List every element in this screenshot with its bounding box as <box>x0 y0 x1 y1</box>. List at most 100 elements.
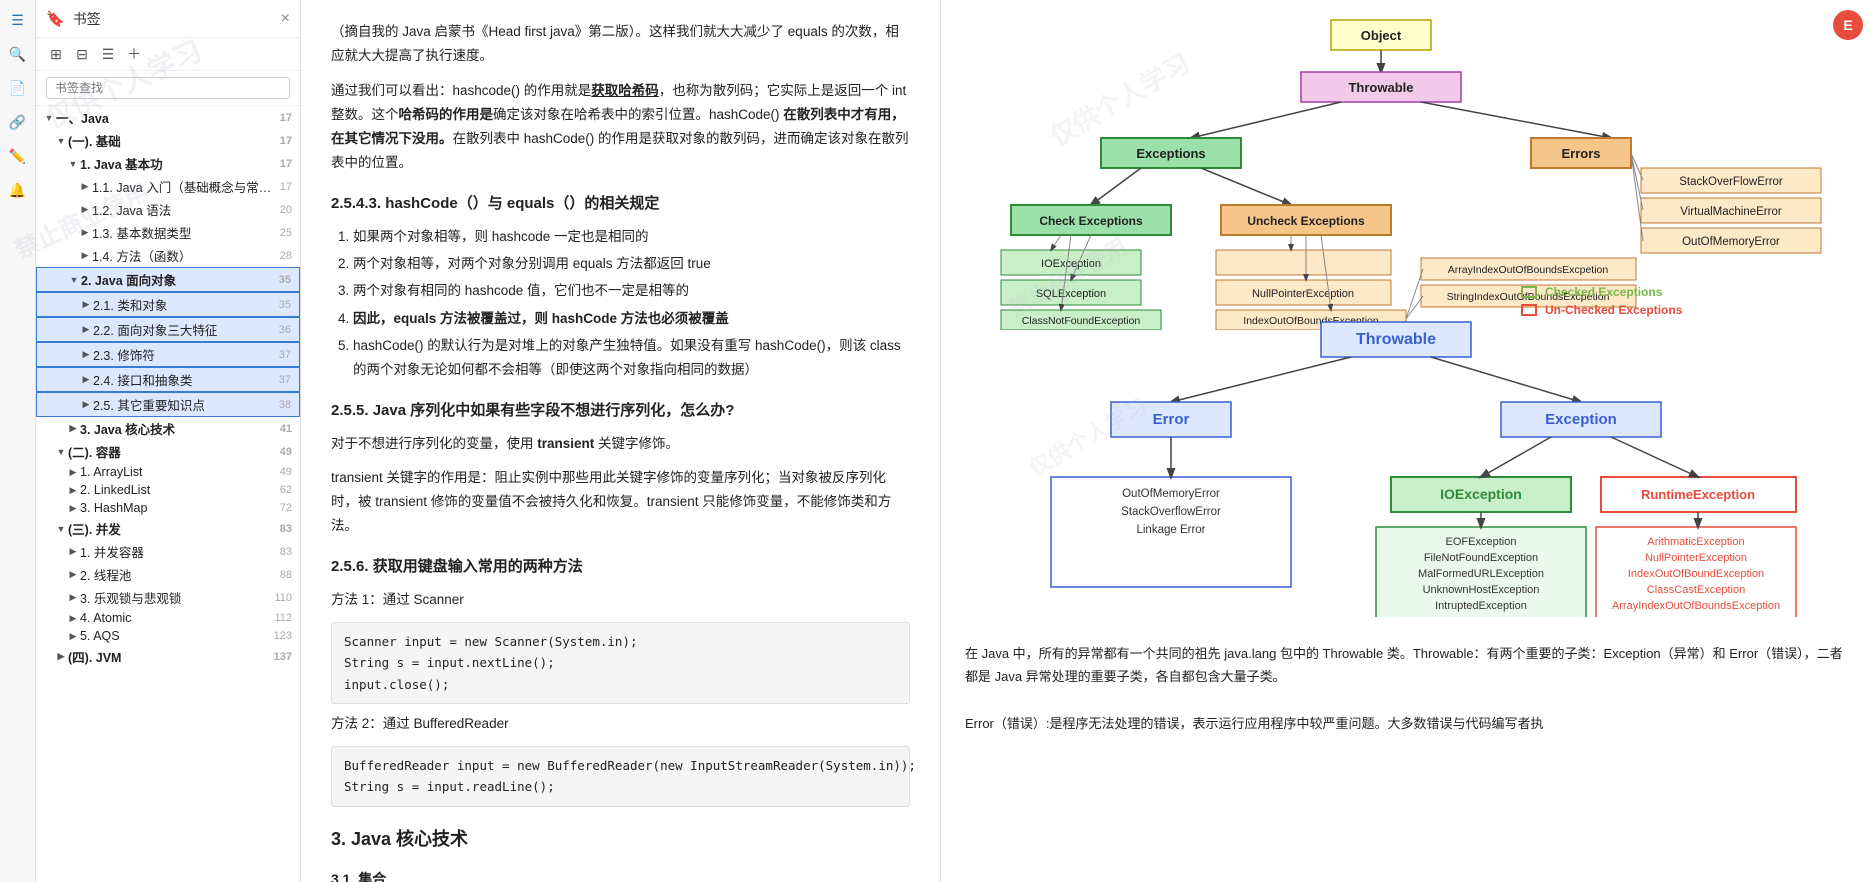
svg-text:Linkage Error: Linkage Error <box>1136 524 1205 536</box>
arrow-icon: ▶ <box>66 613 80 624</box>
bottom-text-area: 在 Java 中，所有的异常都有一个共同的祖先 java.lang 包中的 Th… <box>941 632 1875 752</box>
sidebar-item-arraylist[interactable]: ▶ 1. ArrayList 49 <box>36 463 300 481</box>
sidebar-item-three-concurrent[interactable]: ▼ (三). 并发 83 <box>36 517 300 540</box>
user-avatar[interactable]: E <box>1833 10 1863 40</box>
search-strip-icon[interactable]: 🔍 <box>6 42 30 66</box>
pen-icon[interactable]: ✏️ <box>6 144 30 168</box>
bell-icon[interactable]: 🔔 <box>6 178 30 202</box>
sidebar-item-oop-class[interactable]: ▶ 2.1. 类和对象 35 <box>36 292 300 317</box>
svg-text:StackOverFlowError: StackOverFlowError <box>1679 176 1783 188</box>
sidebar-item-oop-interface[interactable]: ▶ 2.4. 接口和抽象类 37 <box>36 367 300 392</box>
pdf-heading-serializable: 2.5.5. Java 序列化中如果有些字段不想进行序列化，怎么办? <box>331 397 910 424</box>
svg-text:IntruptedException: IntruptedException <box>1435 600 1527 612</box>
left-icon-strip: ☰ 🔍 📄 🔗 ✏️ 🔔 <box>0 0 36 882</box>
svg-text:StackOverflowError: StackOverflowError <box>1121 506 1221 518</box>
arrow-icon: ▼ <box>54 136 68 146</box>
bookmark-add-icon[interactable]: ＋ <box>124 44 144 64</box>
diagram-area: 仅供个人学习 禁止商业使用 仅供个人学习 Object Throwable <box>941 0 1875 882</box>
sidebar-item-page: 17 <box>276 112 296 124</box>
svg-text:ClassCastException: ClassCastException <box>1647 584 1745 596</box>
arrow-icon: ▶ <box>78 181 92 192</box>
bottom-text-2: Error（错误）:是程序无法处理的错误，表示运行应用程序中较严重问题。大多数错… <box>965 712 1851 735</box>
sidebar-item-label: 1.2. Java 语法 <box>92 200 272 219</box>
sidebar-item-concurrent-container[interactable]: ▶ 1. 并发容器 83 <box>36 540 300 563</box>
pdf-heading31: 3.1. 集合 <box>331 867 910 882</box>
collapse-all-icon[interactable]: ⊟ <box>72 44 92 64</box>
pdf-para1: 通过我们可以看出：hashcode() 的作用就是获取哈希码，也称为散列码；它实… <box>331 79 910 176</box>
sidebar-item-thread-pool[interactable]: ▶ 2. 线程池 88 <box>36 563 300 586</box>
arrow-icon: ▶ <box>66 546 80 557</box>
svg-text:Uncheck Exceptions: Uncheck Exceptions <box>1247 214 1365 228</box>
pdf-intro-para: （摘自我的 Java 启蒙书《Head first java》第二版）。这样我们… <box>331 20 910 69</box>
svg-text:SQLException: SQLException <box>1036 288 1106 300</box>
legend-checked-label: Checked Exceptions <box>1545 285 1662 299</box>
sidebar-item-label: 2.2. 面向对象三大特征 <box>93 320 271 339</box>
sidebar-item-java-methods[interactable]: ▶ 1.4. 方法（函数） 28 <box>36 244 300 267</box>
sidebar-item-java-core[interactable]: ▶ 3. Java 核心技术 41 <box>36 417 300 440</box>
pdf-method2-label: 方法 2：通过 BufferedReader <box>331 712 910 736</box>
menu-icon[interactable]: ☰ <box>6 8 30 32</box>
svg-text:Errors: Errors <box>1561 146 1600 161</box>
sidebar-item-four-jvm[interactable]: ▶ (四). JVM 137 <box>36 645 300 668</box>
sidebar-item-two-container[interactable]: ▼ (二). 容器 49 <box>36 440 300 463</box>
document-icon[interactable]: 📄 <box>6 76 30 100</box>
sidebar-item-page: 72 <box>276 502 296 514</box>
pdf-heading-keyboard: 2.5.6. 获取用键盘输入常用的两种方法 <box>331 553 910 580</box>
sidebar-item-hashmap[interactable]: ▶ 3. HashMap 72 <box>36 499 300 517</box>
sidebar-item-page: 35 <box>275 299 295 311</box>
svg-text:Error: Error <box>1153 411 1190 428</box>
arrow-icon: ▼ <box>66 159 80 169</box>
sidebar-item-locks[interactable]: ▶ 3. 乐观锁与悲观锁 110 <box>36 586 300 609</box>
sidebar-item-page: 110 <box>274 592 296 604</box>
arrow-icon: ▶ <box>54 651 68 662</box>
sidebar-item-oop-other[interactable]: ▶ 2.5. 其它重要知识点 38 <box>36 392 300 417</box>
arrow-icon: ▼ <box>67 275 81 285</box>
link-icon[interactable]: 🔗 <box>6 110 30 134</box>
svg-text:Check Exceptions: Check Exceptions <box>1039 214 1143 228</box>
sidebar-item-java-oop[interactable]: ▼ 2. Java 面向对象 35 <box>36 267 300 292</box>
svg-text:EOFException: EOFException <box>1446 536 1517 548</box>
legend-unchecked-label: Un-Checked Exceptions <box>1545 303 1682 317</box>
pdf-code-block-1: Scanner input = new Scanner(System.in); … <box>331 622 910 704</box>
diagram-bottom: Throwable Error Exception OutOfMemoryErr… <box>941 307 1875 632</box>
sidebar-item-linkedlist[interactable]: ▶ 2. LinkedList 62 <box>36 481 300 499</box>
expand-all-icon[interactable]: ⊞ <box>46 44 66 64</box>
sidebar-item-one-basics[interactable]: ▼ (一). 基础 17 <box>36 129 300 152</box>
sidebar-item-label: 2. 线程池 <box>80 565 272 584</box>
arrow-icon: ▶ <box>66 503 80 514</box>
arrow-icon: ▼ <box>42 113 56 123</box>
sidebar-item-java-syntax[interactable]: ▶ 1.2. Java 语法 20 <box>36 198 300 221</box>
sidebar-item-label: 2.1. 类和对象 <box>93 295 271 314</box>
bookmark-list-icon[interactable]: ☰ <box>98 44 118 64</box>
sidebar-item-oop-three[interactable]: ▶ 2.2. 面向对象三大特征 36 <box>36 317 300 342</box>
sidebar-item-one-java[interactable]: ▼ 一、Java 17 <box>36 106 300 129</box>
exception-hierarchy-bottom-svg: Throwable Error Exception OutOfMemoryErr… <box>961 317 1875 617</box>
sidebar-item-atomic[interactable]: ▶ 4. Atomic 112 <box>36 609 300 627</box>
arrow-icon: ▶ <box>78 227 92 238</box>
pdf-text-area[interactable]: 仅供个人学习 禁止商业使用 （摘自我的 Java 启蒙书《Head first … <box>301 0 941 882</box>
arrow-icon: ▶ <box>66 592 80 603</box>
sidebar-item-label: 1. 并发容器 <box>80 542 272 561</box>
sidebar-item-java-intro[interactable]: ▶ 1.1. Java 入门（基础概念与常识） 17 <box>36 175 300 198</box>
bottom-text-1: 在 Java 中，所有的异常都有一个共同的祖先 java.lang 包中的 Th… <box>965 642 1851 689</box>
arrow-icon: ▶ <box>66 569 80 580</box>
legend-unchecked-box <box>1521 304 1537 316</box>
sidebar-item-oop-decorator[interactable]: ▶ 2.3. 修饰符 37 <box>36 342 300 367</box>
sidebar-item-page: 37 <box>275 374 295 386</box>
sidebar-item-label: 1.1. Java 入门（基础概念与常识） <box>92 177 272 196</box>
sidebar-item-label: (二). 容器 <box>68 442 272 461</box>
sidebar-item-page: 137 <box>274 651 296 663</box>
sidebar-title: 书签 <box>73 9 101 29</box>
legend-checked-box <box>1521 286 1537 298</box>
svg-text:Exceptions: Exceptions <box>1136 146 1205 161</box>
sidebar-item-aqs[interactable]: ▶ 5. AQS 123 <box>36 627 300 645</box>
sidebar-item-java-basic[interactable]: ▼ 1. Java 基本功 17 <box>36 152 300 175</box>
sidebar-search-input[interactable] <box>46 77 290 99</box>
sidebar-item-java-types[interactable]: ▶ 1.3. 基本数据类型 25 <box>36 221 300 244</box>
svg-text:ArrayIndexOutOfBoundsException: ArrayIndexOutOfBoundsException <box>1612 600 1780 612</box>
sidebar-header: 🔖 书签 × <box>36 0 300 38</box>
sidebar-close-button[interactable]: × <box>281 10 290 28</box>
arrow-icon: ▶ <box>66 467 80 478</box>
sidebar-item-page: 17 <box>276 135 296 147</box>
sidebar-item-label: 2. LinkedList <box>80 483 272 497</box>
